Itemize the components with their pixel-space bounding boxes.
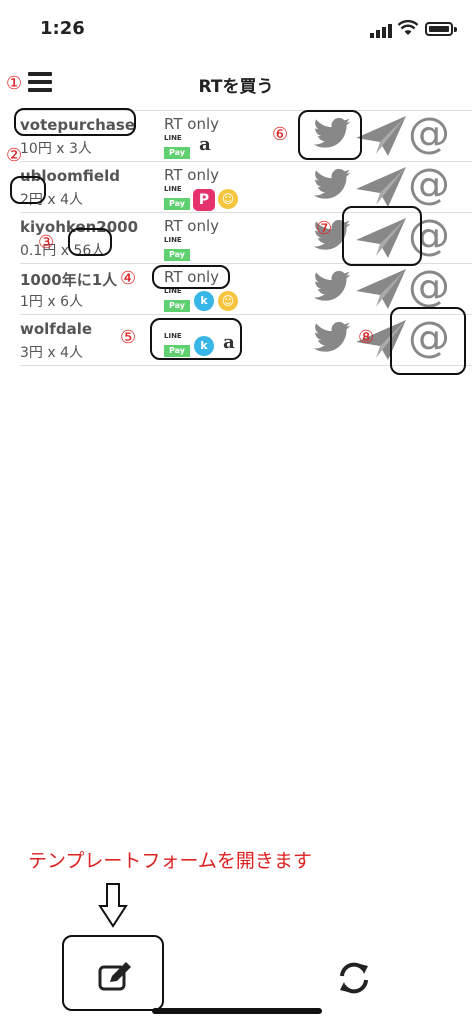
user-name[interactable]: wolfdale <box>20 320 92 338</box>
kyash-icon: k <box>194 291 214 311</box>
paper-plane-send-icon[interactable] <box>354 267 408 311</box>
highlight-box-rt-only <box>152 265 230 289</box>
price-per-person: 1円 x 6人 <box>20 294 83 310</box>
at-mention-icon[interactable]: @ <box>408 159 450 209</box>
highlight-box-price <box>10 176 46 204</box>
twitter-bird-icon[interactable] <box>310 165 354 205</box>
payment-methods: LINE Pay P ☺ <box>164 185 238 213</box>
line-pay-icon: LINE Pay <box>164 185 190 212</box>
annotation-6: ⑥ <box>272 124 289 145</box>
status-time: 1:26 <box>40 18 85 39</box>
line-pay-icon: LINE Pay <box>164 287 190 314</box>
highlight-box-username <box>14 108 136 136</box>
smiley-pay-icon: ☺ <box>218 189 238 209</box>
refresh-sync-icon[interactable] <box>334 962 374 994</box>
cellular-signal-icon <box>370 24 392 38</box>
payment-methods: LINE Pay a <box>164 134 219 162</box>
highlight-box-mention <box>390 307 466 375</box>
rt-only-label: RT only <box>164 166 219 184</box>
highlight-box-send <box>342 206 422 266</box>
rt-only-label: RT only <box>164 217 219 235</box>
paypay-icon: P <box>193 189 215 211</box>
at-mention-icon[interactable]: @ <box>408 108 450 158</box>
annotation-5: ⑤ <box>120 327 137 348</box>
annotation-7: ⑦ <box>316 218 333 239</box>
twitter-bird-icon[interactable] <box>310 318 354 358</box>
status-bar: 1:26 <box>0 0 472 60</box>
payment-methods: LINE Pay k ☺ <box>164 287 238 315</box>
price-per-person: 3円 x 4人 <box>20 345 83 361</box>
template-caption: テンプレートフォームを開きます <box>28 850 312 872</box>
paper-plane-send-icon[interactable] <box>354 165 408 209</box>
at-mention-icon[interactable]: @ <box>408 261 450 311</box>
annotation-1: ① <box>6 73 23 94</box>
amazon-icon: a <box>199 134 211 155</box>
highlight-box-payment <box>150 318 242 360</box>
highlight-box-twitter <box>298 110 362 160</box>
user-name[interactable]: 1000年に1人 <box>20 269 117 290</box>
paper-plane-send-icon[interactable] <box>354 114 408 158</box>
twitter-bird-icon[interactable] <box>310 267 354 307</box>
wifi-icon <box>398 20 418 35</box>
annotation-2: ② <box>6 145 23 166</box>
down-arrow-icon <box>98 883 128 928</box>
annotation-8: ⑧ <box>358 327 375 348</box>
battery-icon <box>425 22 453 36</box>
home-indicator <box>152 1008 322 1014</box>
page-title: RTを買う <box>198 77 274 97</box>
smiley-pay-icon: ☺ <box>218 291 238 311</box>
line-pay-icon: LINE Pay <box>164 134 190 161</box>
price-per-person: 10円 x 3人 <box>20 141 92 157</box>
battery-tip <box>454 27 457 32</box>
rt-only-label: RT only <box>164 115 219 133</box>
annotation-4: ④ <box>120 268 137 289</box>
annotation-3: ③ <box>38 232 55 253</box>
edit-compose-icon[interactable] <box>96 960 136 992</box>
line-pay-icon: LINE Pay <box>164 236 190 263</box>
highlight-box-count <box>68 228 112 256</box>
payment-methods: LINE Pay <box>164 236 219 264</box>
